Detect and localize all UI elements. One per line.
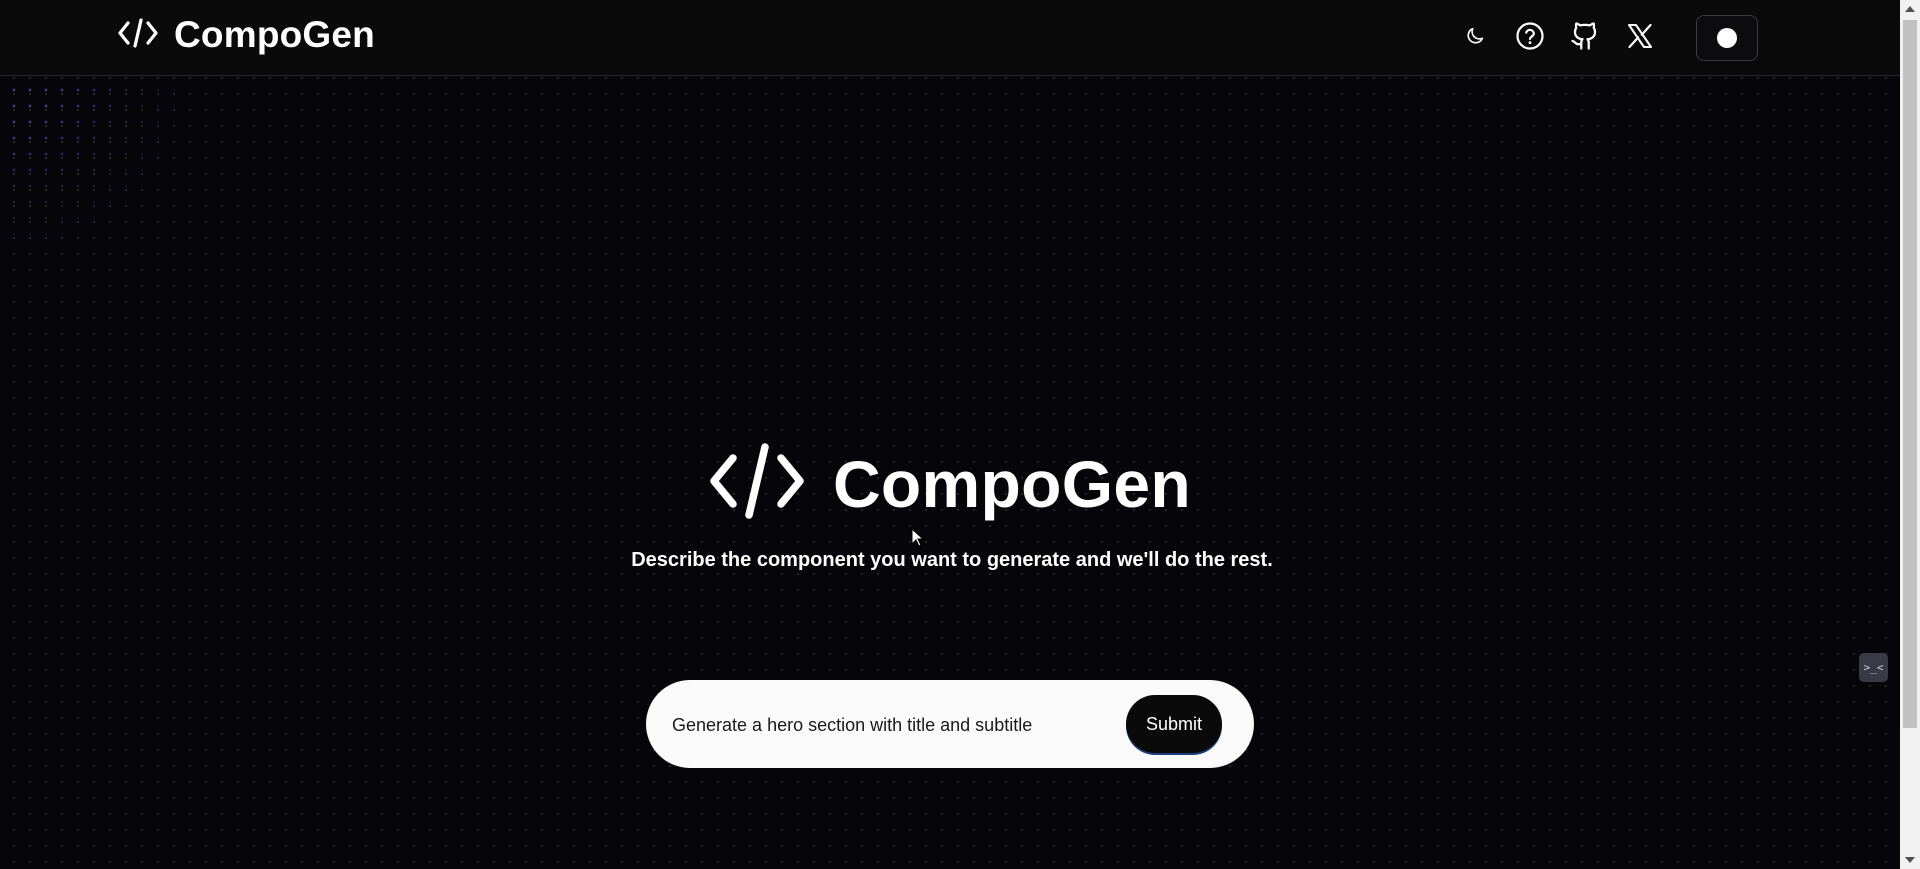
top-navbar: CompoGen xyxy=(0,0,1900,76)
theme-toggle-button[interactable] xyxy=(1451,14,1499,62)
help-button[interactable] xyxy=(1506,14,1554,62)
scroll-up-icon[interactable] xyxy=(1905,6,1915,12)
prompt-form: Submit xyxy=(646,680,1254,768)
record-dot-icon xyxy=(1717,28,1737,48)
record-button[interactable] xyxy=(1696,15,1758,61)
code-brackets-icon xyxy=(118,15,158,56)
brand[interactable]: CompoGen xyxy=(118,14,375,56)
scroll-down-icon[interactable] xyxy=(1905,857,1915,863)
assistant-widget-button[interactable]: >_< xyxy=(1859,653,1888,682)
code-brackets-icon xyxy=(709,440,805,527)
mouse-cursor-icon xyxy=(911,527,925,553)
hero-subtitle: Describe the component you want to gener… xyxy=(631,549,1273,571)
submit-button[interactable]: Submit xyxy=(1126,695,1222,753)
prompt-input[interactable] xyxy=(670,704,1094,746)
hero-heading: CompoGen xyxy=(0,440,1900,527)
github-icon xyxy=(1570,21,1600,56)
help-circle-icon xyxy=(1515,21,1545,56)
x-twitter-link[interactable] xyxy=(1616,14,1664,62)
dot-pattern-glow xyxy=(0,76,180,246)
x-twitter-icon xyxy=(1626,22,1654,55)
moon-icon xyxy=(1464,25,1486,52)
navbar-actions xyxy=(1444,14,1758,62)
hero-title: CompoGen xyxy=(832,446,1192,521)
scroll-thumb[interactable] xyxy=(1903,20,1917,728)
vertical-scrollbar[interactable] xyxy=(1900,0,1920,869)
brand-name: CompoGen xyxy=(174,14,375,55)
github-link[interactable] xyxy=(1561,14,1609,62)
